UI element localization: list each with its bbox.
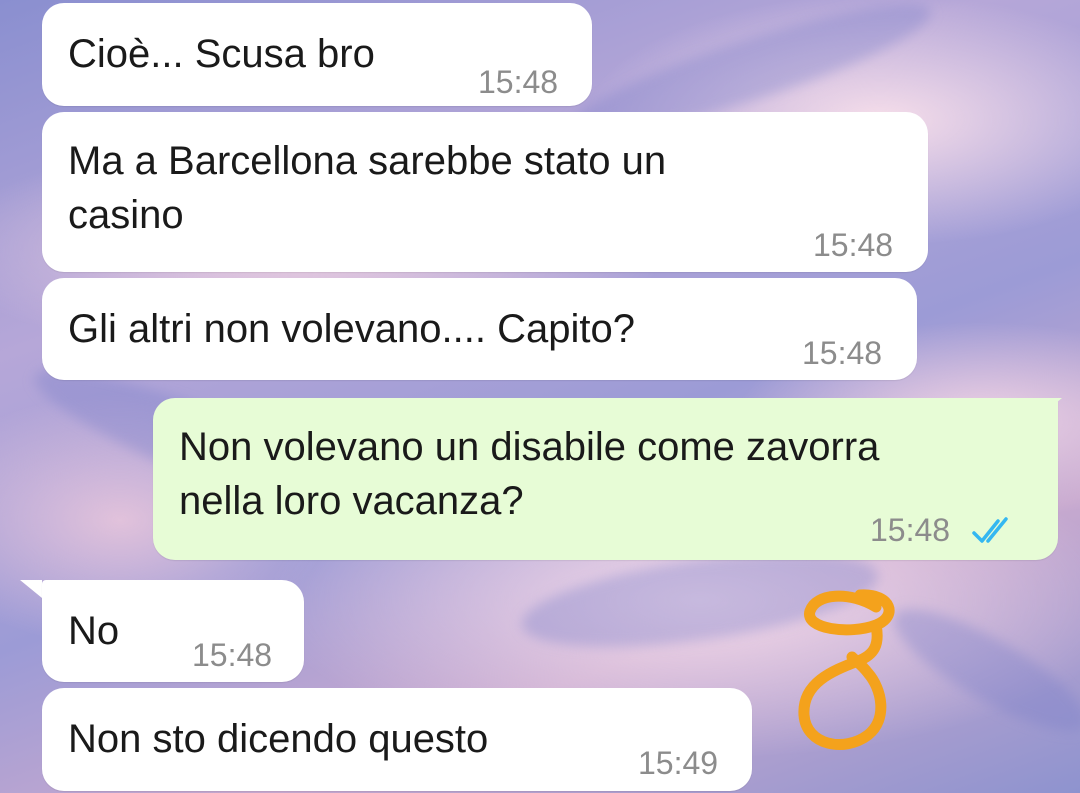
outgoing-message[interactable]: Non volevano un disabile come zavorra ne… bbox=[153, 398, 1058, 560]
message-time: 15:48 bbox=[813, 227, 894, 263]
message-text: Cioè... Scusa bro bbox=[68, 32, 375, 76]
message-text: Non volevano un disabile come zavorra ne… bbox=[179, 425, 880, 523]
incoming-message[interactable]: Non sto dicendo questo 15:49 bbox=[42, 688, 752, 791]
message-text: Gli altri non volevano.... Capito? bbox=[68, 307, 635, 351]
message-time: 15:48 bbox=[870, 512, 951, 548]
message-text: Ma a Barcellona sarebbe stato un casino bbox=[68, 139, 667, 237]
double-check-read-icon bbox=[971, 506, 1017, 560]
bubble-tail bbox=[20, 580, 42, 598]
message-text: Non sto dicendo questo bbox=[68, 717, 489, 761]
incoming-message[interactable]: Gli altri non volevano.... Capito? 15:48 bbox=[42, 278, 917, 380]
message-time: 15:48 bbox=[478, 64, 559, 100]
message-time: 15:48 bbox=[192, 637, 273, 673]
incoming-message[interactable]: Ma a Barcellona sarebbe stato un casino … bbox=[42, 112, 928, 272]
incoming-message[interactable]: No 15:48 bbox=[42, 580, 304, 682]
incoming-message[interactable]: Cioè... Scusa bro 15:48 bbox=[42, 3, 592, 106]
message-time: 15:48 bbox=[802, 335, 883, 371]
message-text: No bbox=[68, 609, 120, 653]
hand-drawn-8-doodle-icon bbox=[798, 589, 895, 750]
message-time: 15:49 bbox=[638, 745, 719, 781]
